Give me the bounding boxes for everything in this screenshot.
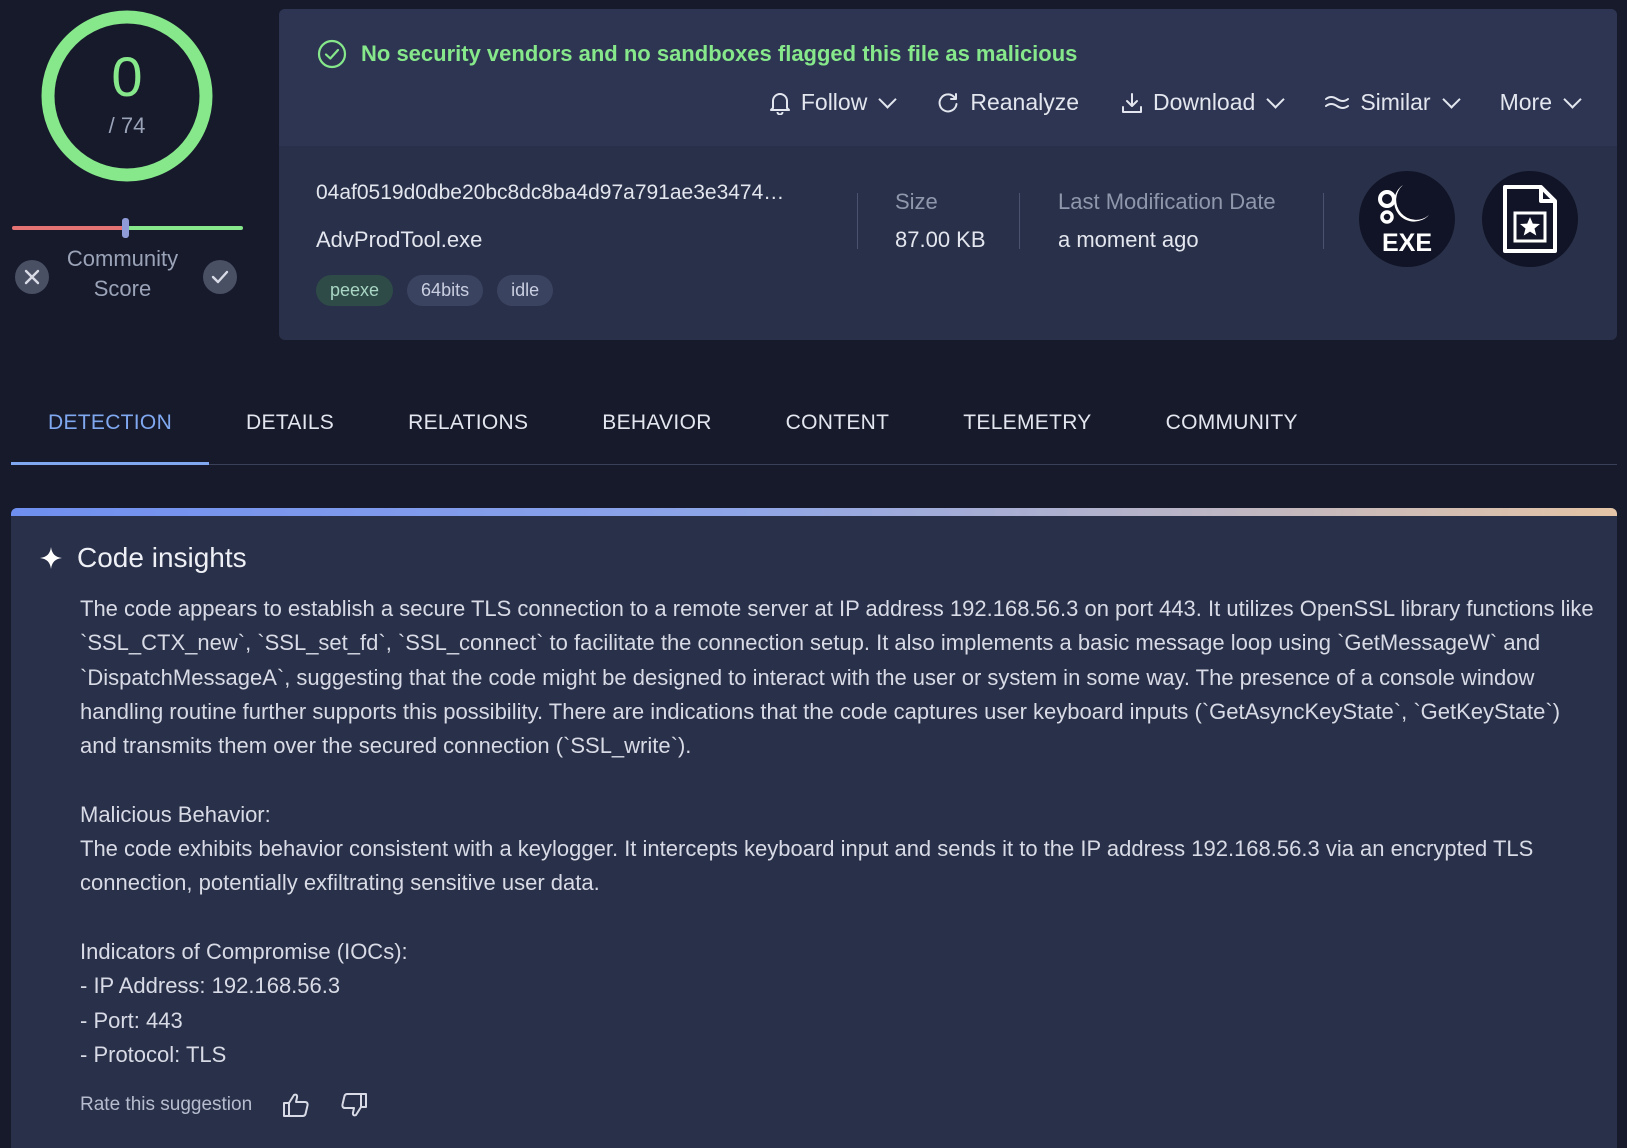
download-label: Download: [1153, 89, 1256, 115]
document-file-icon: [1482, 171, 1578, 267]
verdict-text: No security vendors and no sandboxes fla…: [361, 41, 1078, 66]
chevron-down-icon: [1266, 90, 1286, 109]
tab-relations[interactable]: RELATIONS: [371, 400, 565, 464]
chevron-down-icon: [1441, 90, 1461, 109]
exe-file-type-icon: EXE: [1359, 171, 1455, 267]
similar-icon: [1325, 95, 1350, 109]
refresh-icon: [938, 92, 958, 112]
community-score-thumb: [122, 218, 129, 238]
more-label: More: [1499, 89, 1552, 115]
code-insights-text: The code appears to establish a secure T…: [80, 596, 1594, 1067]
thumbs-up-icon: [283, 1093, 309, 1117]
vote-harmless-button[interactable]: [203, 260, 237, 294]
last-modification: Last Modification Date a moment ago: [1058, 189, 1276, 253]
code-insights-panel: Code insights The code appears to establ…: [11, 508, 1617, 1148]
tab-detection[interactable]: DETECTION: [11, 400, 210, 465]
thumbs-down-icon: [341, 1093, 368, 1117]
modified-label: Last Modification Date: [1058, 189, 1276, 214]
tab-behavior[interactable]: BEHAVIOR: [565, 400, 748, 464]
divider: [1323, 193, 1324, 249]
check-icon: [211, 270, 229, 284]
close-icon: [24, 269, 40, 285]
tab-community[interactable]: COMMUNITY: [1129, 400, 1335, 464]
community-score-label: Community Score: [66, 246, 179, 301]
similar-label: Similar: [1360, 89, 1431, 115]
file-tags: peexe 64bits idle: [316, 275, 784, 306]
modified-value: a moment ago: [1058, 227, 1199, 252]
file-size: Size 87.00 KB: [895, 189, 986, 253]
divider: [857, 193, 858, 249]
document-star-icon: [1503, 185, 1557, 253]
chevron-down-icon: [1563, 90, 1582, 109]
action-toolbar: Follow Reanalyze Download Similar More: [769, 89, 1582, 116]
tab-bar: DETECTION DETAILS RELATIONS BEHAVIOR CON…: [11, 400, 1617, 465]
rate-label: Rate this suggestion: [80, 1094, 253, 1115]
rate-suggestion: Rate this suggestion: [80, 1092, 368, 1118]
download-icon: [1122, 92, 1143, 113]
tab-content[interactable]: CONTENT: [749, 400, 927, 464]
vote-malicious-button[interactable]: [15, 260, 49, 294]
similar-button[interactable]: Similar: [1324, 89, 1461, 116]
code-insights-title: Code insights: [77, 542, 247, 573]
tab-details[interactable]: DETAILS: [209, 400, 371, 464]
file-hash[interactable]: 04af0519d0dbe20bc8dc8ba4d97a791ae3e3474…: [316, 181, 784, 205]
size-value: 87.00 KB: [895, 227, 986, 252]
detection-score-widget: 0 / 74 Community Score: [10, 6, 252, 306]
check-circle-icon: [317, 39, 347, 69]
gears-exe-icon: EXE: [1378, 185, 1432, 257]
download-button[interactable]: Download: [1121, 89, 1286, 116]
thumbs-down-button[interactable]: [340, 1092, 368, 1118]
code-insights-header: Code insights: [39, 542, 247, 574]
svg-text:EXE: EXE: [1382, 229, 1432, 257]
engine-total: / 74: [108, 113, 146, 138]
insights-gradient-bar: [11, 508, 1617, 516]
tag-64bits[interactable]: 64bits: [407, 275, 484, 306]
tag-idle[interactable]: idle: [497, 275, 554, 306]
size-label: Size: [895, 189, 938, 214]
detection-count: 0: [111, 45, 143, 108]
tab-telemetry[interactable]: TELEMETRY: [926, 400, 1128, 464]
divider: [1019, 193, 1020, 249]
follow-button[interactable]: Follow: [769, 89, 898, 116]
tag-peexe[interactable]: peexe: [316, 275, 394, 306]
reanalyze-button[interactable]: Reanalyze: [936, 89, 1079, 116]
more-button[interactable]: More: [1499, 89, 1582, 116]
reanalyze-label: Reanalyze: [970, 89, 1080, 115]
thumbs-up-button[interactable]: [282, 1092, 310, 1118]
file-identity: 04af0519d0dbe20bc8dc8ba4d97a791ae3e3474……: [316, 181, 784, 306]
verdict-banner: No security vendors and no sandboxes fla…: [317, 39, 1077, 69]
follow-label: Follow: [800, 89, 868, 115]
file-name: AdvProdTool.exe: [316, 227, 483, 252]
bell-icon: [769, 92, 790, 115]
sparkle-icon: [40, 547, 62, 569]
file-header-panel: No security vendors and no sandboxes fla…: [279, 9, 1617, 340]
verdict-bar: [279, 9, 1617, 146]
chevron-down-icon: [878, 90, 898, 109]
